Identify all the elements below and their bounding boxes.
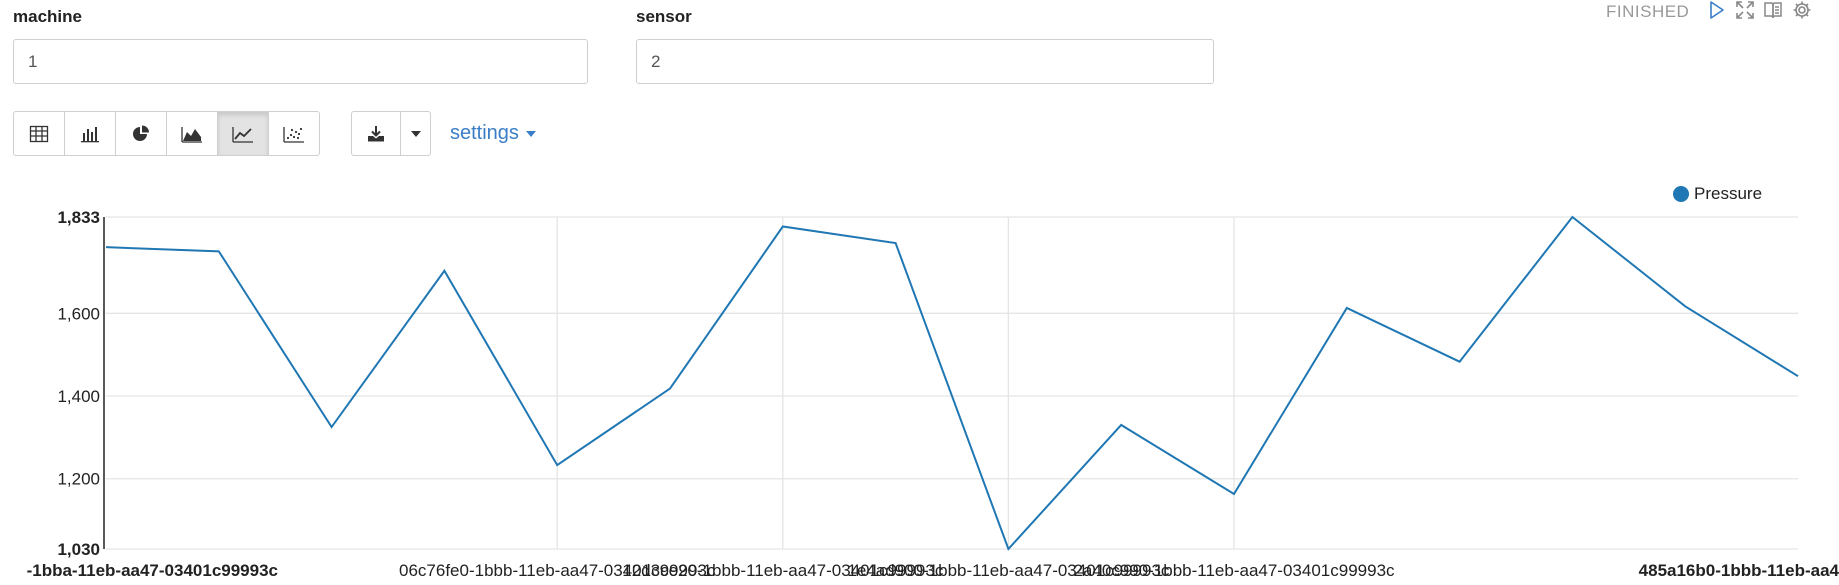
sensor-label: sensor (636, 7, 692, 26)
data-point (667, 386, 673, 392)
status-label: FINISHED (1606, 2, 1690, 21)
area-chart-button[interactable] (166, 111, 218, 156)
data-point (1005, 546, 1011, 552)
data-point (329, 424, 335, 430)
data-point (216, 248, 222, 254)
area-chart-icon (181, 126, 202, 143)
data-point (103, 244, 109, 250)
caret-down-icon (410, 130, 421, 137)
sensor-input[interactable] (636, 39, 1214, 84)
gear-icon[interactable] (1792, 0, 1812, 20)
y-tick-label: 1,200 (57, 470, 100, 489)
data-point (1231, 491, 1237, 497)
pie-chart-button[interactable] (115, 111, 167, 156)
chart-type-toolbar (13, 111, 320, 156)
data-point (780, 224, 786, 230)
line-chart-button[interactable] (217, 111, 269, 156)
download-icon (368, 125, 384, 141)
settings-label: settings (450, 122, 519, 144)
expand-icon[interactable] (1735, 0, 1755, 20)
download-toolbar (351, 111, 431, 156)
data-point (1118, 422, 1124, 428)
data-point (1795, 373, 1801, 379)
pie-chart-icon (133, 125, 149, 141)
line-chart: 1,833 1,600 1,400 1,200 1,030 -1bba-11eb-aa47… (27, 208, 1839, 580)
data-point (441, 268, 447, 274)
scatter-chart-button[interactable] (268, 111, 320, 156)
data-point (893, 240, 899, 246)
x-tick-label: -1bba-11eb-aa47-03401c99993c (27, 561, 278, 580)
table-icon (29, 125, 49, 142)
data-point (1682, 303, 1688, 309)
download-options-button[interactable] (400, 111, 431, 156)
bar-chart-button[interactable] (64, 111, 116, 156)
bar-chart-icon (81, 126, 99, 142)
y-tick-label: 1,600 (57, 304, 100, 323)
data-point (1569, 214, 1575, 220)
data-point (554, 462, 560, 468)
data-point (1457, 359, 1463, 365)
settings-caret-icon (525, 130, 536, 137)
scatter-chart-icon (283, 126, 304, 143)
settings-dropdown[interactable]: settings (450, 122, 537, 145)
machine-input[interactable] (13, 39, 588, 84)
play-icon[interactable] (1706, 0, 1726, 20)
x-tick-label: 485a16b0-1bbb-11eb-aa4 (1639, 561, 1839, 580)
data-point (1344, 305, 1350, 311)
y-tick-label: 1,833 (57, 208, 100, 227)
x-tick-label: 2a40c990-1bbb-11eb-aa47-03401c99993c (1073, 561, 1395, 580)
line-chart-icon (232, 126, 253, 143)
table-view-button[interactable] (13, 111, 65, 156)
machine-label: machine (13, 7, 82, 26)
series-line-pressure (105, 215, 1799, 551)
y-tick-label: 1,400 (57, 387, 100, 406)
download-button[interactable] (351, 111, 401, 156)
y-tick-label: 1,030 (57, 540, 100, 559)
book-icon[interactable] (1763, 0, 1783, 20)
